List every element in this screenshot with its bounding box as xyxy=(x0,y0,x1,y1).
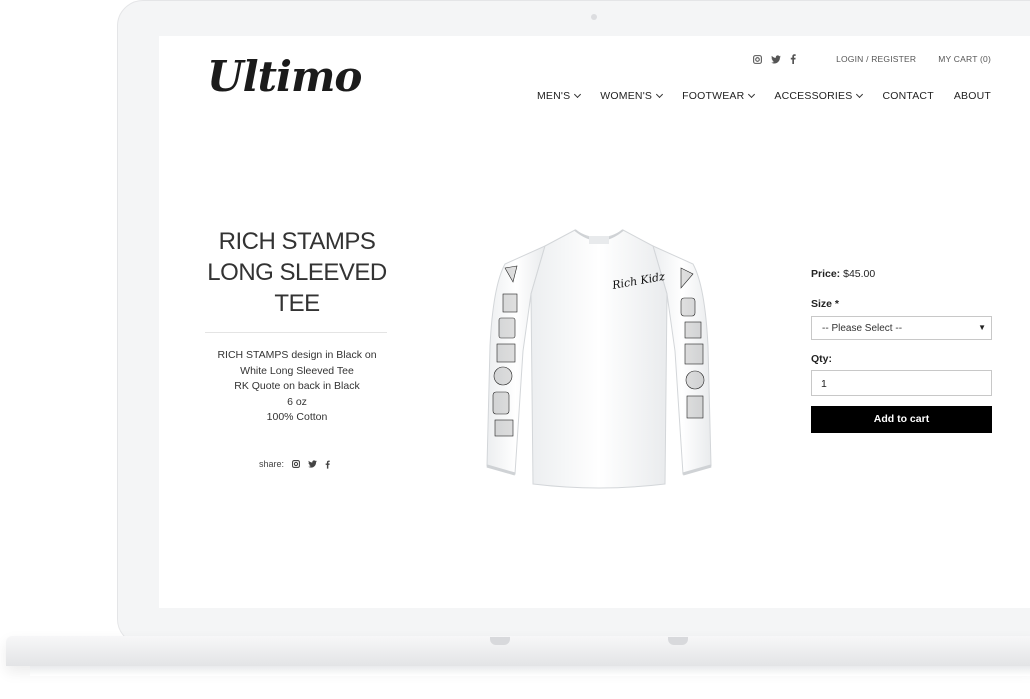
chevron-down-icon xyxy=(574,90,582,99)
price-value: $45.00 xyxy=(843,268,876,280)
qty-input[interactable]: 1 xyxy=(811,370,992,396)
login-register-link[interactable]: LOGIN / REGISTER xyxy=(836,54,916,64)
size-label: Size * xyxy=(811,298,840,310)
facebook-icon[interactable] xyxy=(790,54,796,64)
camera-icon xyxy=(591,14,597,20)
instagram-icon[interactable] xyxy=(292,460,300,468)
nav-item-label: MEN'S xyxy=(536,90,571,102)
chevron-down-icon xyxy=(656,90,664,99)
nav-item-label: WOMEN'S xyxy=(600,90,653,102)
nav-item-label: FOOTWEAR xyxy=(682,90,745,102)
product-title-line: RICH STAMPS xyxy=(218,228,376,255)
share-label: share: xyxy=(259,459,285,469)
nav-item-contact[interactable]: CONTACT xyxy=(882,90,933,102)
title-divider xyxy=(205,332,387,333)
nav-item-label: ABOUT xyxy=(953,90,991,102)
twitter-icon[interactable] xyxy=(771,54,781,64)
qty-label: Qty: xyxy=(811,353,832,365)
description-line: RK Quote on back in Black xyxy=(234,380,360,392)
share-row: share: xyxy=(259,459,330,469)
nav-item-about[interactable]: ABOUT xyxy=(954,90,991,102)
my-cart-link[interactable]: MY CART (0) xyxy=(938,54,991,64)
description-line: 6 oz xyxy=(287,395,307,408)
product-description: RICH STAMPS design in Black on White Lon… xyxy=(205,348,389,426)
instagram-icon[interactable] xyxy=(753,54,762,64)
browser-screen: Ultimo LOGIN / REGISTER MY CART (0) MEN'… xyxy=(159,36,1030,608)
product-title-line: TEE xyxy=(274,290,320,317)
product-image[interactable]: Rich Kidz xyxy=(485,216,713,496)
main-nav: MEN'S WOMEN'S FOOTWEAR ACCESSORIES CONTA… xyxy=(537,90,991,102)
description-line: White Long Sleeved Tee xyxy=(240,364,354,377)
size-select[interactable]: -- Please Select -- ▼ xyxy=(811,316,992,340)
nav-item-label: ACCESSORIES xyxy=(774,90,853,102)
price: Price: $45.00 xyxy=(811,268,875,280)
chevron-down-icon xyxy=(748,90,756,99)
nav-item-footwear[interactable]: FOOTWEAR xyxy=(682,90,756,102)
product-title: RICH STAMPS LONG SLEEVED TEE xyxy=(205,226,389,319)
nav-item-mens[interactable]: MEN'S xyxy=(536,90,582,102)
nav-item-womens[interactable]: WOMEN'S xyxy=(600,90,664,102)
twitter-icon[interactable] xyxy=(308,460,317,468)
description-line: RICH STAMPS design in Black on xyxy=(217,349,377,361)
caret-down-icon: ▼ xyxy=(978,323,986,332)
social-links xyxy=(753,54,796,64)
size-select-value: -- Please Select -- xyxy=(822,323,903,334)
laptop-hinge xyxy=(668,637,688,645)
description-line: 100% Cotton xyxy=(266,411,328,423)
nav-item-accessories[interactable]: ACCESSORIES xyxy=(774,90,864,102)
laptop-base xyxy=(6,636,1030,666)
laptop-hinge xyxy=(490,637,510,645)
price-label: Price: xyxy=(811,268,841,280)
top-bar: LOGIN / REGISTER MY CART (0) xyxy=(753,54,991,64)
product-title-line: LONG SLEEVED xyxy=(207,259,387,286)
chevron-down-icon xyxy=(856,90,864,99)
add-to-cart-button[interactable]: Add to cart xyxy=(811,406,992,433)
site-logo[interactable]: Ultimo xyxy=(207,52,362,101)
laptop-base-shadow xyxy=(30,666,1030,676)
nav-item-label: CONTACT xyxy=(882,90,934,102)
facebook-icon[interactable] xyxy=(325,460,330,469)
